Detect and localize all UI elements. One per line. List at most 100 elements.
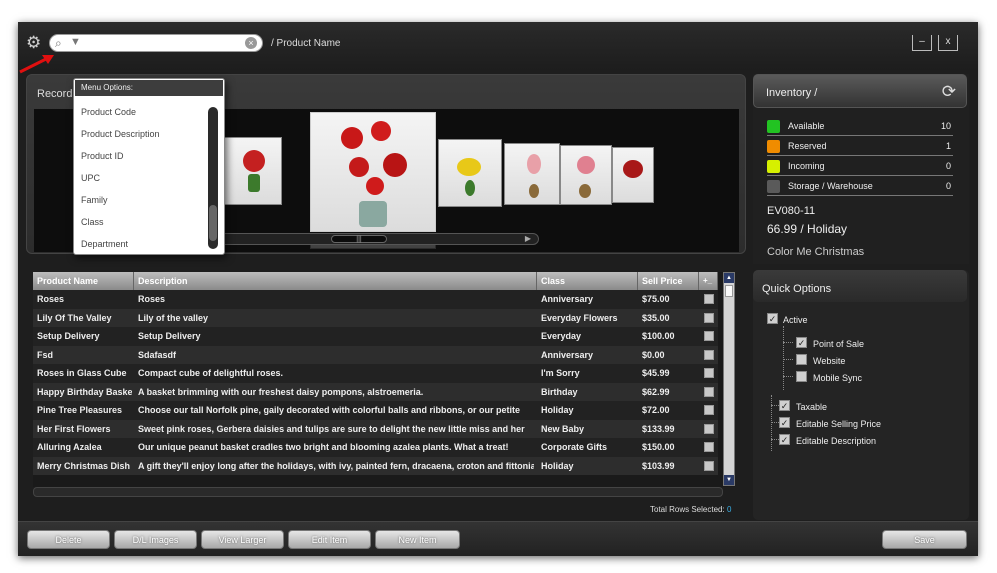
clear-icon[interactable]: ×: [245, 37, 257, 49]
table-row[interactable]: Fsd Sdafasdf Anniversary $0.00: [33, 345, 718, 364]
table-row[interactable]: Setup Delivery Setup Delivery Everyday $100…: [33, 327, 718, 346]
scroll-down-icon[interactable]: ▼: [724, 475, 734, 485]
minimize-label: –: [919, 36, 925, 47]
menu-item-product-id[interactable]: Product ID: [81, 151, 124, 161]
table-row[interactable]: Pine Tree Pleasures Choose our tall Norfo…: [33, 401, 718, 420]
cell-product-name: Roses in Glass Cube: [37, 368, 127, 378]
row-select-checkbox[interactable]: [704, 331, 714, 341]
delete-button[interactable]: Delete: [27, 530, 110, 549]
cell-description: Compact cube of delightful roses.: [138, 368, 284, 378]
row-select-checkbox[interactable]: [704, 349, 714, 360]
cell-sell-price: $133.99: [642, 423, 675, 434]
menu-item-product-code[interactable]: Product Code: [81, 107, 136, 117]
table-row[interactable]: Lily Of The Valley Lily of the valley Ever…: [33, 308, 718, 327]
carousel-image-selected[interactable]: [310, 112, 436, 232]
save-button[interactable]: Save: [882, 530, 967, 549]
table-row[interactable]: Merry Christmas Dish A gift they'll enjoy…: [33, 456, 718, 475]
carousel-image[interactable]: [222, 137, 282, 205]
editable-price-label: Editable Selling Price: [796, 419, 882, 429]
carousel-image[interactable]: [438, 139, 502, 207]
scroll-up-icon[interactable]: ▲: [724, 273, 734, 283]
cell-description: A gift they'll enjoy long after the holi…: [138, 460, 534, 471]
tree-connector: [783, 359, 793, 360]
website-label: Website: [813, 356, 846, 366]
carousel-next-icon[interactable]: ▶: [520, 235, 536, 243]
inventory-label: Incoming: [788, 161, 825, 171]
cell-class: New Baby: [541, 423, 585, 434]
editable-description-checkbox[interactable]: ✓: [779, 434, 790, 445]
active-checkbox[interactable]: ✓: [767, 313, 778, 324]
table-row[interactable]: Her First Flowers Sweet pink roses, Gerbe…: [33, 419, 718, 438]
cell-description: Our unique peanut basket cradles two bri…: [138, 442, 509, 452]
inventory-label: Available: [788, 121, 825, 131]
row-select-checkbox[interactable]: [704, 386, 714, 397]
add-column-button[interactable]: +_: [699, 272, 718, 290]
total-rows-value: 0: [726, 505, 732, 514]
edit-item-button[interactable]: Edit Item: [288, 530, 371, 549]
row-select-checkbox[interactable]: [704, 405, 714, 415]
column-description[interactable]: Description: [134, 272, 537, 290]
table-row[interactable]: Happy Birthday Basket A basket brimming w…: [33, 382, 718, 401]
quick-options-title: Quick Options: [762, 283, 832, 295]
column-sell-price[interactable]: Sell Price: [638, 272, 699, 290]
refresh-icon[interactable]: ⟳: [942, 82, 956, 102]
editable-price-checkbox[interactable]: ✓: [779, 417, 790, 428]
gear-icon[interactable]: ⚙: [26, 34, 41, 51]
table-scroll-thumb[interactable]: [725, 285, 733, 297]
cell-sell-price: $75.00: [642, 294, 670, 304]
table-row[interactable]: Alluring Azalea Our unique peanut basket …: [33, 438, 718, 457]
menu-item-upc[interactable]: UPC: [81, 173, 100, 183]
cell-product-name: Fsd: [37, 349, 54, 360]
column-class[interactable]: Class: [537, 272, 638, 290]
row-select-checkbox[interactable]: [704, 294, 714, 304]
column-product-name[interactable]: Product Name: [33, 272, 134, 290]
table-row[interactable]: Roses Roses Anniversary $75.00: [33, 290, 718, 309]
taxable-checkbox[interactable]: ✓: [779, 400, 790, 411]
mobile-sync-checkbox[interactable]: [796, 371, 807, 382]
close-icon[interactable]: x: [938, 35, 958, 51]
cell-sell-price: $100.00: [642, 331, 675, 341]
cell-product-name: Alluring Azalea: [37, 442, 102, 452]
inventory-value: 10: [940, 121, 951, 131]
filter-icon[interactable]: ▼: [70, 36, 81, 48]
carousel-scrollbar[interactable]: ◀ ||| ▶: [202, 233, 539, 245]
row-select-checkbox[interactable]: [704, 460, 714, 471]
editable-description-label: Editable Description: [796, 436, 877, 446]
new-item-button[interactable]: New Item: [375, 530, 460, 549]
carousel-image[interactable]: [560, 145, 612, 205]
row-select-checkbox[interactable]: [704, 442, 714, 452]
close-label: x: [945, 36, 951, 47]
point-of-sale-checkbox[interactable]: ✓: [796, 337, 807, 348]
menu-scroll-thumb[interactable]: [209, 205, 217, 241]
view-larger-button[interactable]: View Larger: [201, 530, 284, 549]
tree-connector: [771, 395, 772, 451]
total-rows-label: Total Rows Selected:: [650, 505, 725, 514]
cell-product-name: Roses: [37, 294, 65, 304]
carousel-image[interactable]: [504, 143, 560, 205]
row-select-checkbox[interactable]: [704, 368, 714, 378]
table-horizontal-scrollbar[interactable]: [33, 487, 723, 497]
menu-item-product-description[interactable]: Product Description: [81, 129, 160, 139]
minimize-icon[interactable]: –: [912, 35, 932, 51]
taxable-label: Taxable: [796, 402, 828, 412]
website-checkbox[interactable]: [796, 354, 807, 365]
menu-scrollbar[interactable]: [208, 107, 218, 249]
menu-item-department[interactable]: Department: [81, 239, 128, 249]
cell-class: I'm Sorry: [541, 368, 580, 378]
carousel-image[interactable]: [612, 147, 654, 203]
menu-item-class[interactable]: Class: [81, 217, 104, 227]
top-bar: ⚙ ⌕ ▼ × / Product Name – x: [18, 22, 978, 70]
tree-connector: [783, 326, 784, 390]
cell-class: Anniversary: [541, 294, 594, 304]
menu-item-family[interactable]: Family: [81, 195, 108, 205]
table-row[interactable]: Roses in Glass Cube Compact cube of delig…: [33, 364, 718, 383]
download-images-button[interactable]: D/L Images: [114, 530, 197, 549]
table-header: Product Name Description Class Sell Pric…: [33, 272, 718, 290]
row-select-checkbox[interactable]: [704, 423, 714, 434]
row-select-checkbox[interactable]: [704, 312, 714, 323]
search-icon[interactable]: ⌕: [55, 36, 62, 51]
search-input[interactable]: ⌕ ▼ ×: [49, 34, 263, 52]
table-vertical-scrollbar[interactable]: ▲ ▼: [723, 272, 735, 486]
cell-class: Anniversary: [541, 349, 594, 360]
carousel-scroll-thumb[interactable]: |||: [331, 235, 387, 243]
